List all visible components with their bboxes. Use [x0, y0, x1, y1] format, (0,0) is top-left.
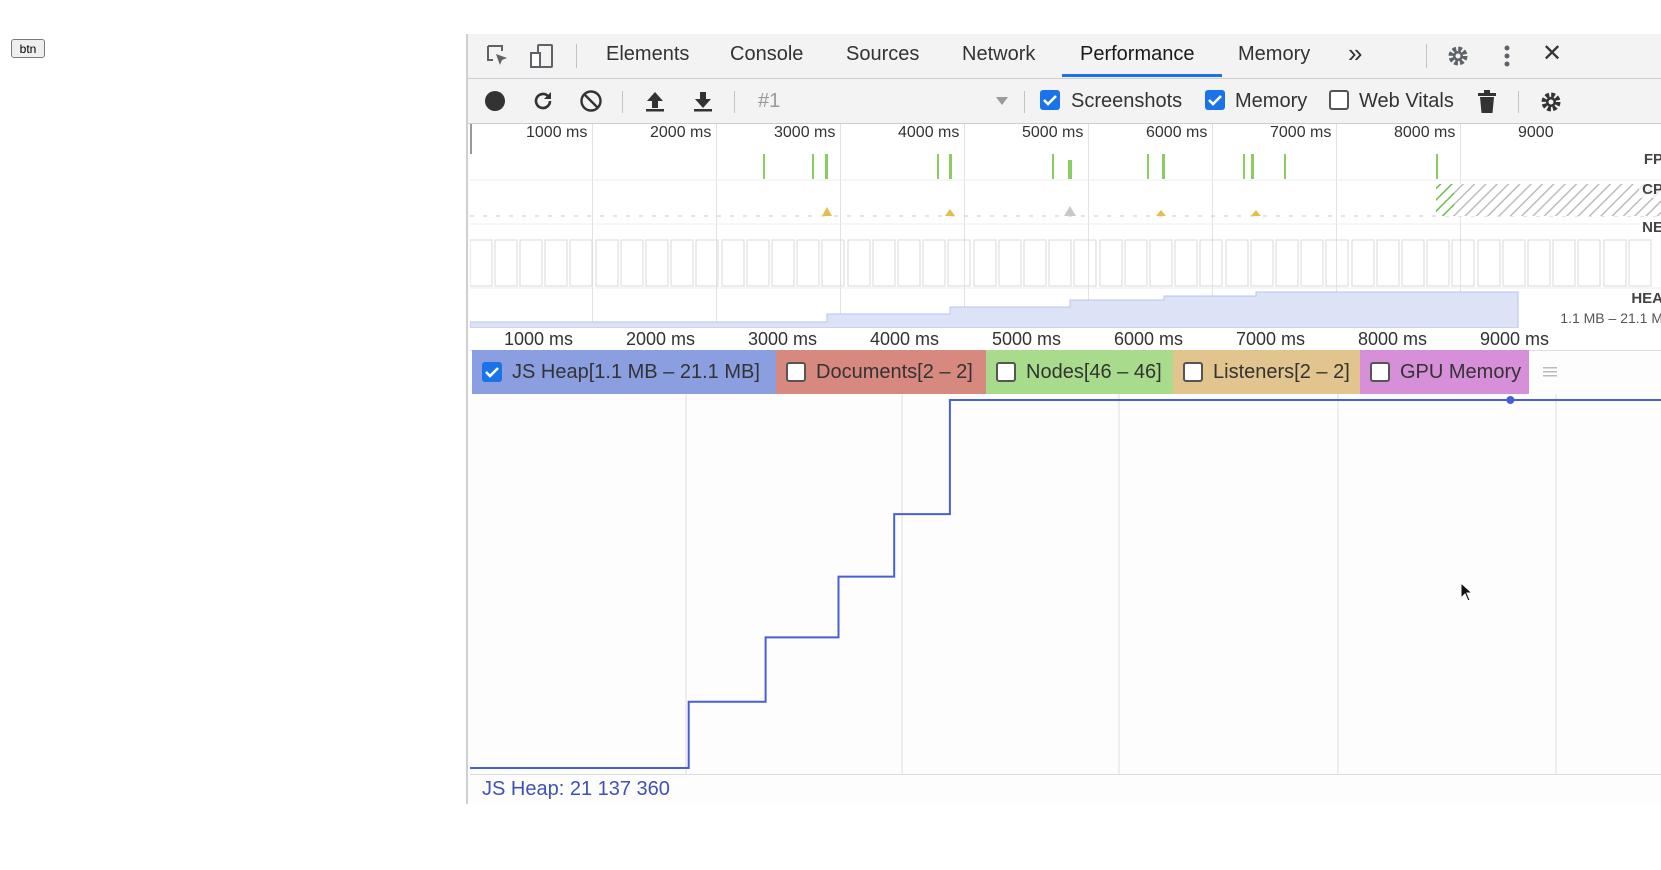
- more-tabs-icon[interactable]: »: [1348, 34, 1362, 79]
- js-heap-series-line: [470, 399, 1661, 769]
- ruler-tick: 7000 ms: [1236, 329, 1306, 349]
- js-heap-hover-marker: [1506, 396, 1515, 404]
- close-devtools-icon[interactable]: ✕: [1542, 34, 1562, 79]
- toolbar-separator: [734, 91, 735, 113]
- listeners-checkbox[interactable]: [1183, 362, 1203, 382]
- mouse-cursor-icon: [1460, 582, 1474, 602]
- screenshots-label: Screenshots: [1071, 90, 1183, 112]
- load-profile-icon[interactable]: [642, 88, 668, 114]
- tab-performance[interactable]: Performance: [1080, 34, 1195, 79]
- heap-row-label: HEA: [1628, 290, 1661, 307]
- kebab-menu-icon[interactable]: [1492, 40, 1522, 72]
- listeners-label: Listeners[2 – 2]: [1213, 360, 1350, 383]
- counter-listeners[interactable]: Listeners[2 – 2]: [1173, 350, 1360, 394]
- clear-icon[interactable]: [578, 88, 604, 114]
- capture-settings-icon[interactable]: [1536, 88, 1566, 116]
- ruler-tick: 1000 ms: [504, 329, 574, 349]
- tab-sources[interactable]: Sources: [846, 34, 919, 79]
- trash-icon[interactable]: [1474, 88, 1500, 116]
- devtools-tab-bar: Elements Console Sources Network Perform…: [468, 34, 1661, 79]
- tab-elements[interactable]: Elements: [606, 34, 689, 79]
- net-row-label: NE: [1639, 219, 1661, 236]
- memory-label: Memory: [1235, 90, 1308, 112]
- recording-select[interactable]: #1: [758, 79, 780, 124]
- ruler-tick: 4000 ms: [870, 329, 940, 349]
- nodes-checkbox[interactable]: [996, 362, 1016, 382]
- toolbar-separator: [622, 91, 623, 113]
- ruler-tick: 8000 ms: [1358, 329, 1428, 349]
- memory-counter-graph[interactable]: [470, 394, 1661, 775]
- js-heap-readout: JS Heap: 21 137 360: [482, 778, 670, 800]
- save-profile-icon[interactable]: [690, 88, 716, 114]
- gpu-memory-checkbox[interactable]: [1370, 362, 1390, 382]
- ruler-tick: 6000 ms: [1114, 329, 1184, 349]
- documents-checkbox[interactable]: [786, 362, 806, 382]
- tab-separator: [1426, 44, 1427, 68]
- ruler-tick: 2000 ms: [626, 329, 696, 349]
- ruler-tick: 5000 ms: [992, 329, 1062, 349]
- overview-tracks: [470, 154, 1661, 328]
- timeline-overview[interactable]: 1000 ms 2000 ms 3000 ms 4000 ms 5000 ms …: [470, 124, 1661, 329]
- memory-counters-bar: JS Heap[1.1 MB – 21.1 MB] Documents[2 – …: [472, 350, 1661, 394]
- counter-documents[interactable]: Documents[2 – 2]: [776, 350, 986, 394]
- documents-label: Documents[2 – 2]: [816, 360, 973, 383]
- toolbar-separator: [1518, 91, 1519, 113]
- record-icon[interactable]: [482, 88, 508, 114]
- performance-toolbar: #1 Screenshots Memory Web Vitals: [468, 79, 1661, 124]
- js-heap-label: JS Heap[1.1 MB – 21.1 MB]: [512, 360, 760, 383]
- inspect-element-icon[interactable]: [482, 40, 514, 72]
- dropdown-arrow-icon[interactable]: [994, 93, 1010, 109]
- web-vitals-checkbox[interactable]: [1329, 90, 1349, 110]
- tab-console[interactable]: Console: [730, 34, 803, 79]
- page-button[interactable]: btn: [11, 39, 45, 58]
- device-toolbar-icon[interactable]: [526, 40, 558, 72]
- active-tab-indicator: [1062, 74, 1222, 77]
- screenshots-checkbox[interactable]: [1040, 90, 1060, 110]
- fps-row-label: FP: [1640, 151, 1661, 168]
- memory-checkbox[interactable]: [1205, 90, 1225, 110]
- ruler-tick: 3000 ms: [748, 329, 818, 349]
- js-heap-chart: [470, 394, 1661, 774]
- time-ruler: 1000 ms 2000 ms 3000 ms 4000 ms 5000 ms …: [470, 328, 1661, 351]
- counter-nodes[interactable]: Nodes[46 – 46]: [986, 350, 1173, 394]
- ruler-tick: 9000 ms: [1480, 329, 1550, 349]
- heap-range-label: 1.1 MB – 21.1 M: [1557, 310, 1661, 326]
- tab-memory[interactable]: Memory: [1238, 34, 1310, 79]
- devtools-panel: Elements Console Sources Network Perform…: [466, 34, 1661, 804]
- reload-record-icon[interactable]: [530, 88, 556, 114]
- js-heap-checkbox[interactable]: [482, 362, 502, 382]
- counters-menu-icon[interactable]: [1542, 362, 1558, 382]
- toolbar-separator: [1024, 91, 1025, 113]
- gpu-memory-label: GPU Memory: [1400, 360, 1522, 383]
- nodes-label: Nodes[46 – 46]: [1026, 360, 1162, 383]
- tab-separator: [576, 44, 577, 68]
- cpu-row-label: CP: [1639, 181, 1661, 198]
- counter-js-heap[interactable]: JS Heap[1.1 MB – 21.1 MB]: [472, 350, 776, 394]
- settings-gear-icon[interactable]: [1442, 40, 1474, 72]
- counter-gpu-memory[interactable]: GPU Memory: [1360, 350, 1529, 394]
- tab-network[interactable]: Network: [962, 34, 1035, 79]
- web-vitals-label: Web Vitals: [1359, 90, 1454, 112]
